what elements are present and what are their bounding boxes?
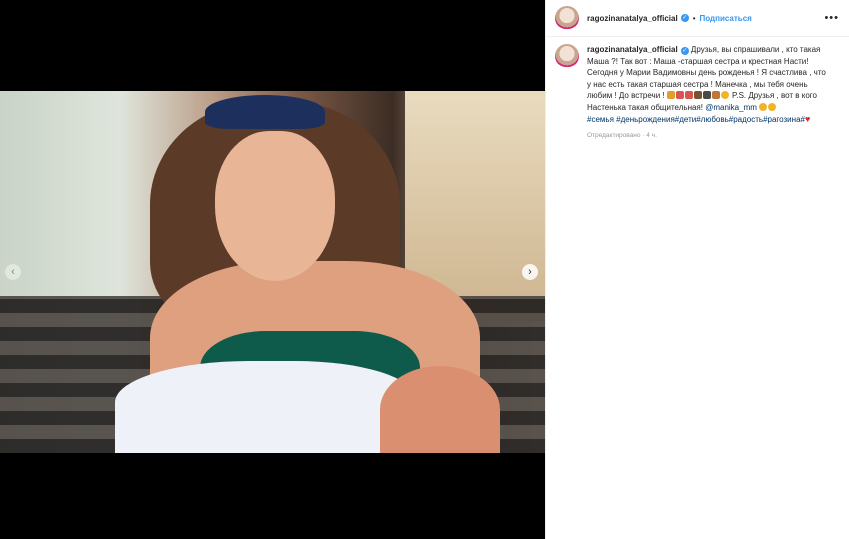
separator-dot: •: [692, 13, 696, 23]
avatar[interactable]: [555, 6, 579, 30]
caption-avatar[interactable]: [555, 44, 579, 68]
follow-button[interactable]: Подписаться: [700, 14, 752, 23]
verified-badge-icon: ✓: [680, 47, 689, 55]
emoji-icon: [693, 91, 702, 100]
emoji-icon: [711, 91, 720, 100]
emoji-icon: [768, 102, 777, 111]
edited-timestamp: Отредактировано · 4 ч.: [587, 132, 657, 140]
hashtag-links[interactable]: #семья #деньрождения#дети#любовь#радость…: [587, 115, 805, 124]
previous-image-button[interactable]: ‹: [5, 264, 21, 280]
mention-link[interactable]: @manika_mm: [705, 103, 757, 112]
emoji-icon: [675, 91, 684, 100]
post-header: ragozinanatalya_official ✓ • Подписаться…: [546, 0, 849, 37]
caption-username[interactable]: ragozinanatalya_official: [587, 45, 678, 54]
caption-comment: ragozinanatalya_official ✓ Друзья, вы спр…: [546, 37, 849, 139]
post-media: ‹ ›: [0, 0, 545, 539]
caption-text: ragozinanatalya_official ✓ Друзья, вы спр…: [587, 44, 827, 125]
post-photo[interactable]: [0, 91, 545, 453]
next-image-button[interactable]: ›: [522, 264, 538, 280]
header-username[interactable]: ragozinanatalya_official: [587, 14, 678, 23]
more-options-icon[interactable]: •••: [824, 12, 839, 24]
emoji-icon: [684, 91, 693, 100]
emoji-icon: [702, 91, 711, 100]
heart-icon: ♥: [804, 113, 811, 124]
emoji-icon: [666, 91, 675, 100]
emoji-icon: [720, 91, 729, 100]
post-sidebar: ragozinanatalya_official ✓ • Подписаться…: [545, 0, 849, 539]
verified-badge-icon: ✓: [680, 14, 689, 22]
emoji-icon: [759, 102, 768, 111]
instagram-post-modal: ‹ › ragozinanatalya_official ✓ • Подписа…: [0, 0, 849, 539]
